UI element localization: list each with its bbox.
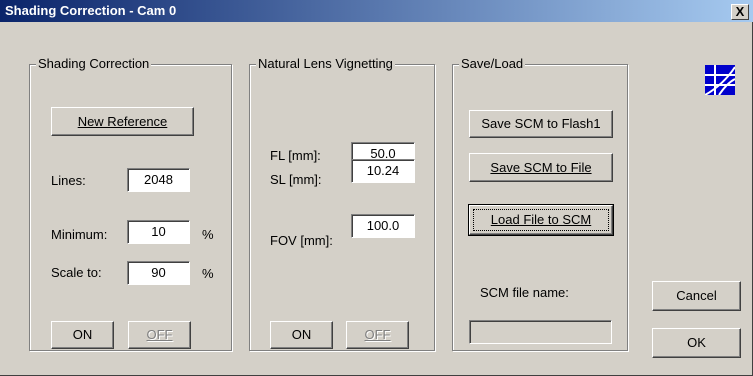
vignetting-off-label: OFF [364,327,391,342]
scale-to-label: Scale to: [51,265,102,280]
vignetting-legend: Natural Lens Vignetting [256,56,395,71]
load-file-scm-label: Load File to SCM [490,212,592,227]
shading-correction-dialog: Shading Correction - Cam 0 X Shading Cor… [0,0,753,376]
ok-label: OK [687,335,706,350]
title-bar[interactable]: Shading Correction - Cam 0 X [0,0,753,22]
minimum-percent-unit: % [202,227,214,242]
shading-off-button[interactable]: OFF [128,321,191,349]
new-reference-button[interactable]: New Reference [51,107,194,136]
scale-to-field[interactable]: 90 [127,261,190,285]
minimum-label: Minimum: [51,227,108,242]
minimum-field[interactable]: 10 [127,220,190,244]
cancel-button[interactable]: Cancel [652,281,741,311]
new-reference-label: New Reference [77,114,168,129]
ok-button[interactable]: OK [652,328,741,358]
fl-label: FL [mm]: [270,148,321,163]
scale-percent-unit: % [202,266,214,281]
cancel-label: Cancel [676,288,717,303]
shading-on-button[interactable]: ON [51,321,114,349]
sl-label: SL [mm]: [270,172,322,187]
fov-label: FOV [mm]: [270,233,333,248]
scm-file-name-label: SCM file name: [480,285,569,300]
scm-file-name-field [469,320,612,344]
vignetting-off-button[interactable]: OFF [346,321,409,349]
lines-field[interactable]: 2048 [127,168,190,192]
shading-off-label: OFF [146,327,173,342]
vignetting-on-label: ON [291,327,312,342]
save-scm-file-button[interactable]: Save SCM to File [469,153,613,182]
save-scm-flash-label: Save SCM to Flash1 [481,116,601,131]
vignetting-on-button[interactable]: ON [270,321,333,349]
shading-correction-legend: Shading Correction [36,56,152,71]
save-scm-file-label: Save SCM to File [490,160,592,175]
window-title: Shading Correction - Cam 0 [5,3,177,18]
load-file-scm-button[interactable]: Load File to SCM [468,204,614,236]
sl-field[interactable]: 10.24 [351,159,415,183]
lines-label: Lines: [51,173,86,188]
grid-logo-icon [704,65,736,96]
close-button[interactable]: X [731,4,749,20]
save-load-legend: Save/Load [459,56,526,71]
vignetting-group: Natural Lens Vignetting [249,56,435,351]
shading-on-label: ON [72,327,93,342]
fov-field[interactable]: 100.0 [351,214,415,238]
save-scm-flash-button[interactable]: Save SCM to Flash1 [469,110,613,138]
